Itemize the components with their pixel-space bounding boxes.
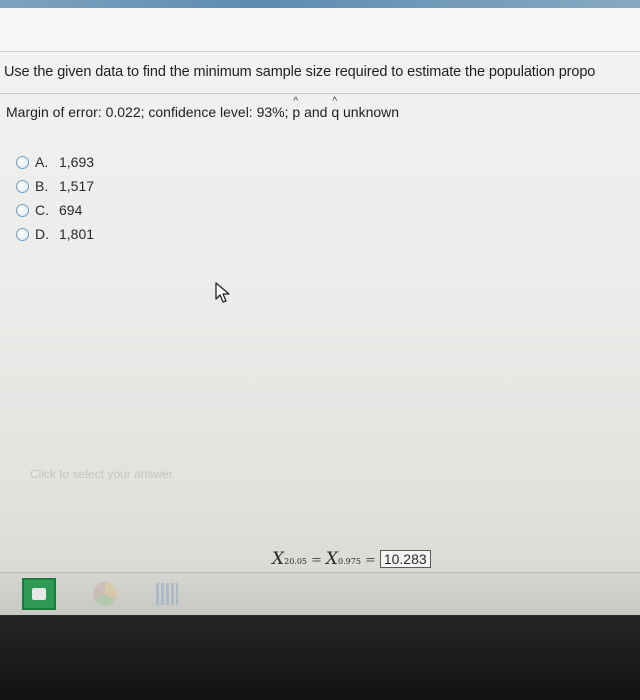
radio-button-c[interactable] — [16, 203, 29, 217]
store-icon[interactable] — [22, 578, 56, 610]
chi-symbol-right: X — [325, 549, 339, 569]
divider — [0, 93, 640, 94]
taskbar — [0, 572, 640, 615]
choice-value: 1,693 — [59, 154, 95, 170]
question-prompt: Use the given data to find the minimum s… — [4, 64, 596, 80]
chi-subscript-left: 0.05 — [289, 557, 308, 566]
radio-button-d[interactable] — [16, 227, 29, 241]
choice-c[interactable]: C. 694 — [16, 198, 94, 222]
chi-square-formula: X 2 0.05 = X 0.975 = 10.283 — [272, 549, 431, 569]
choice-value: 694 — [59, 202, 83, 218]
choice-b[interactable]: B. 1,517 — [16, 174, 94, 198]
choice-letter: D. — [35, 226, 49, 242]
mouse-pointer-icon — [214, 282, 232, 309]
unknown-text: unknown — [343, 104, 400, 120]
equals-sign: = — [311, 553, 322, 568]
choice-a[interactable]: A. 1,693 — [16, 150, 94, 174]
calculator-icon[interactable] — [150, 578, 184, 610]
chi-subscript-right: 0.975 — [338, 557, 361, 566]
radio-button-b[interactable] — [16, 179, 29, 193]
critical-value-box: 10.283 — [379, 550, 431, 568]
chi-symbol-left: X — [272, 549, 285, 569]
desk-background — [0, 615, 640, 700]
given-prefix: Margin of error: 0.022; confidence level… — [6, 104, 289, 120]
choice-letter: C. — [35, 202, 49, 218]
and-text: and — [304, 104, 328, 120]
answer-choices: A. 1,693 B. 1,517 C. 694 D. 1,801 — [16, 150, 94, 246]
choice-letter: A. — [35, 154, 49, 170]
choice-value: 1,517 — [59, 178, 95, 194]
given-data: Margin of error: 0.022; confidence level… — [6, 96, 400, 120]
screen: Use the given data to find the minimum s… — [0, 0, 640, 615]
window-top-strip — [0, 0, 640, 8]
equals-sign: = — [364, 553, 376, 568]
header-band — [0, 8, 640, 52]
choice-letter: B. — [35, 178, 49, 194]
p-hat: p — [292, 96, 300, 120]
select-answer-hint: Click to select your answer. — [30, 467, 176, 481]
q-hat: q — [331, 96, 339, 120]
choice-value: 1,801 — [59, 226, 95, 242]
radio-button-a[interactable] — [16, 155, 29, 169]
choice-d[interactable]: D. 1,801 — [16, 222, 94, 246]
chrome-icon[interactable] — [88, 578, 122, 610]
